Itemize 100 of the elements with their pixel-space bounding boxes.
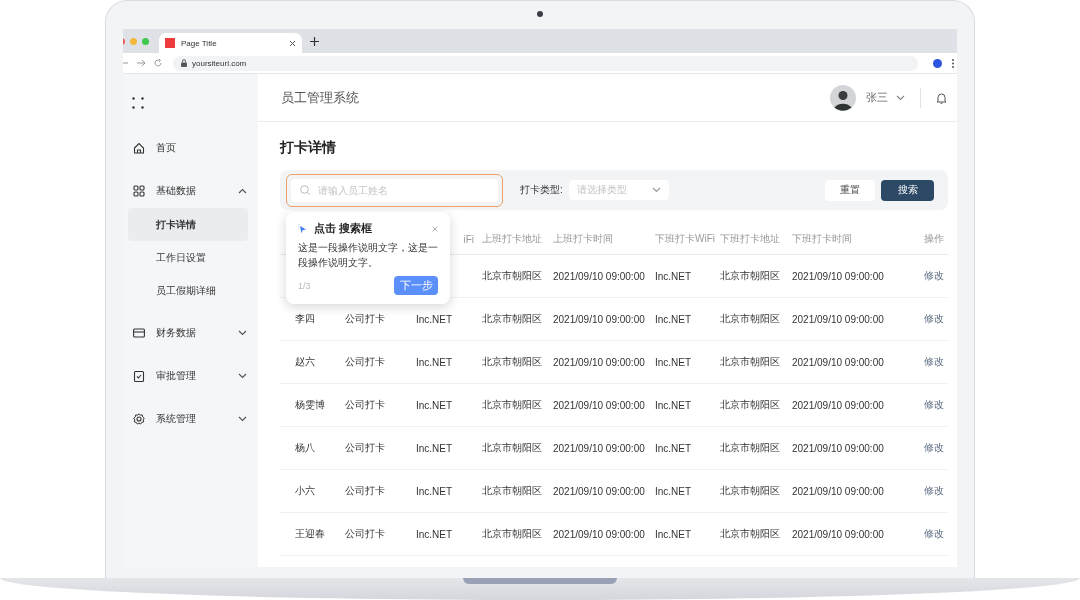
chevron-down-icon	[651, 187, 661, 193]
table-cell-text: 杨八	[295, 441, 316, 455]
camera-dot	[537, 11, 543, 17]
browser-tab[interactable]: Page Title	[159, 33, 302, 53]
table-cell-text: 北京市朝阳区	[482, 527, 543, 541]
table-cell-text: 2021/09/10 09:00:00	[792, 313, 885, 325]
table-cell-text: 2021/09/10 09:00:00	[792, 399, 885, 411]
sidebar-item[interactable]: 基础数据	[123, 174, 258, 208]
table-cell-text: 王迎春	[295, 527, 326, 541]
edit-link[interactable]: 修改	[924, 441, 948, 455]
sidebar-item[interactable]: 系统管理	[123, 402, 258, 436]
edit-link[interactable]: 修改	[924, 398, 948, 412]
table-cell-text: 公司打卡	[345, 312, 386, 326]
table-cell-text: 北京市朝阳区	[482, 398, 543, 412]
card-icon	[133, 327, 145, 339]
table-cell-text: 北京市朝阳区	[720, 484, 781, 498]
forward-icon[interactable]	[137, 59, 145, 67]
table-cell-text: 2021/09/10 09:00:00	[792, 442, 885, 454]
sidebar-subitem[interactable]: 员工假期详细	[128, 274, 248, 307]
column-header: 下班打卡WiFi	[655, 232, 716, 246]
window-control-dot[interactable]	[142, 37, 149, 45]
guide-text: 这是一段操作说明文字，这是一段操作说明文字。	[298, 241, 438, 270]
profile-icon[interactable]	[933, 58, 942, 68]
edit-link[interactable]: 修改	[924, 312, 948, 326]
table-cell-text: Inc.NET	[655, 528, 693, 540]
sidebar-item[interactable]: 首页	[123, 131, 258, 165]
sidebar-subitem[interactable]: 打卡详情	[128, 208, 248, 241]
page-title: 打卡详情	[280, 138, 337, 157]
table-cell-text: Inc.NET	[655, 399, 693, 411]
table-cell-text: 2021/09/10 09:00:00	[792, 270, 885, 282]
user-name[interactable]: 张三	[866, 90, 888, 105]
url-text: yoursiteurl.com	[192, 58, 247, 68]
lock-icon	[181, 59, 187, 67]
table-cell-text: 北京市朝阳区	[482, 355, 543, 369]
favicon-icon	[165, 38, 175, 48]
table-cell-text: 北京市朝阳区	[720, 269, 781, 283]
step-counter: 1/3	[298, 280, 311, 291]
table-cell-text: 李四	[295, 312, 316, 326]
edit-link[interactable]: 修改	[924, 527, 948, 541]
table-cell-text: Inc.NET	[416, 528, 454, 540]
column-header: 下班打卡时间	[792, 232, 853, 246]
table-cell-text: Inc.NET	[416, 356, 454, 368]
table-cell-text: 北京市朝阳区	[720, 527, 781, 541]
table-cell-text: Inc.NET	[416, 399, 454, 411]
table-cell-text: 北京市朝阳区	[720, 355, 781, 369]
chevron-down-icon	[896, 94, 905, 101]
table-cell-text: 2021/09/10 09:00:00	[792, 356, 885, 368]
window-control-dot[interactable]	[130, 37, 137, 45]
table-cell-text: 2021/09/10 09:00:00	[553, 313, 646, 325]
table-cell-text: Inc.NET	[416, 485, 454, 497]
guide-title: 点击 搜索框	[314, 221, 374, 236]
table-cell-text: 杨雯博	[295, 398, 326, 412]
home-icon	[133, 142, 145, 154]
table-cell-text: 北京市朝阳区	[482, 269, 543, 283]
table-cell-text: 北京市朝阳区	[720, 312, 781, 326]
table-cell-text: 2021/09/10 09:00:00	[553, 399, 646, 411]
pointer-icon	[298, 223, 307, 234]
table-cell-text: Inc.NET	[655, 485, 693, 497]
table-cell-text: Inc.NET	[655, 313, 693, 325]
table-cell-text: 北京市朝阳区	[482, 441, 543, 455]
table-cell-text: 小六	[295, 484, 316, 498]
app-title: 员工管理系统	[281, 88, 360, 107]
table-cell-text: Inc.NET	[655, 442, 693, 454]
edit-link[interactable]: 修改	[924, 355, 948, 369]
table-cell-text: Inc.NET	[655, 356, 693, 368]
table-cell-text: 公司打卡	[345, 484, 386, 498]
table-cell-text: Inc.NET	[655, 270, 693, 282]
reset-button[interactable]: 重置	[825, 179, 875, 201]
table-cell-text: 北京市朝阳区	[720, 398, 781, 412]
column-header: 上班打卡时间	[553, 232, 614, 246]
column-header: iFi	[462, 233, 475, 245]
table-cell-text: Inc.NET	[416, 442, 454, 454]
sidebar-subitem[interactable]: 工作日设置	[128, 241, 248, 274]
table-cell-text: 公司打卡	[345, 441, 386, 455]
table-cell-text: 2021/09/10 09:00:00	[553, 356, 646, 368]
edit-link[interactable]: 修改	[924, 484, 948, 498]
table-cell-text: 公司打卡	[345, 527, 386, 541]
table-cell-text: 2021/09/10 09:00:00	[553, 442, 646, 454]
table-cell-text: 北京市朝阳区	[720, 441, 781, 455]
clipboard-icon	[133, 370, 145, 382]
tab-title: Page Title	[181, 38, 218, 48]
table-cell-text: 北京市朝阳区	[482, 312, 543, 326]
grid-icon	[133, 185, 145, 197]
search-button[interactable]: 搜索	[881, 179, 934, 201]
search-icon	[300, 184, 310, 195]
table-cell-text: 2021/09/10 09:00:00	[553, 485, 646, 497]
filter-label: 打卡类型:	[520, 183, 563, 197]
column-header: 下班打卡地址	[720, 232, 781, 246]
avatar[interactable]	[830, 84, 856, 111]
sidebar-item[interactable]: 审批管理	[123, 359, 258, 393]
reload-icon[interactable]	[154, 59, 162, 67]
edit-link[interactable]: 修改	[924, 269, 948, 283]
close-icon[interactable]	[289, 39, 296, 47]
new-tab-icon[interactable]	[310, 36, 319, 46]
bell-icon[interactable]	[936, 91, 947, 104]
sidebar-item[interactable]: 财务数据	[123, 316, 258, 350]
dots-logo-icon	[132, 96, 144, 109]
table-cell-text: 公司打卡	[345, 398, 386, 412]
table-cell-text: 公司打卡	[345, 355, 386, 369]
address-bar[interactable]: yoursiteurl.com	[173, 55, 918, 71]
